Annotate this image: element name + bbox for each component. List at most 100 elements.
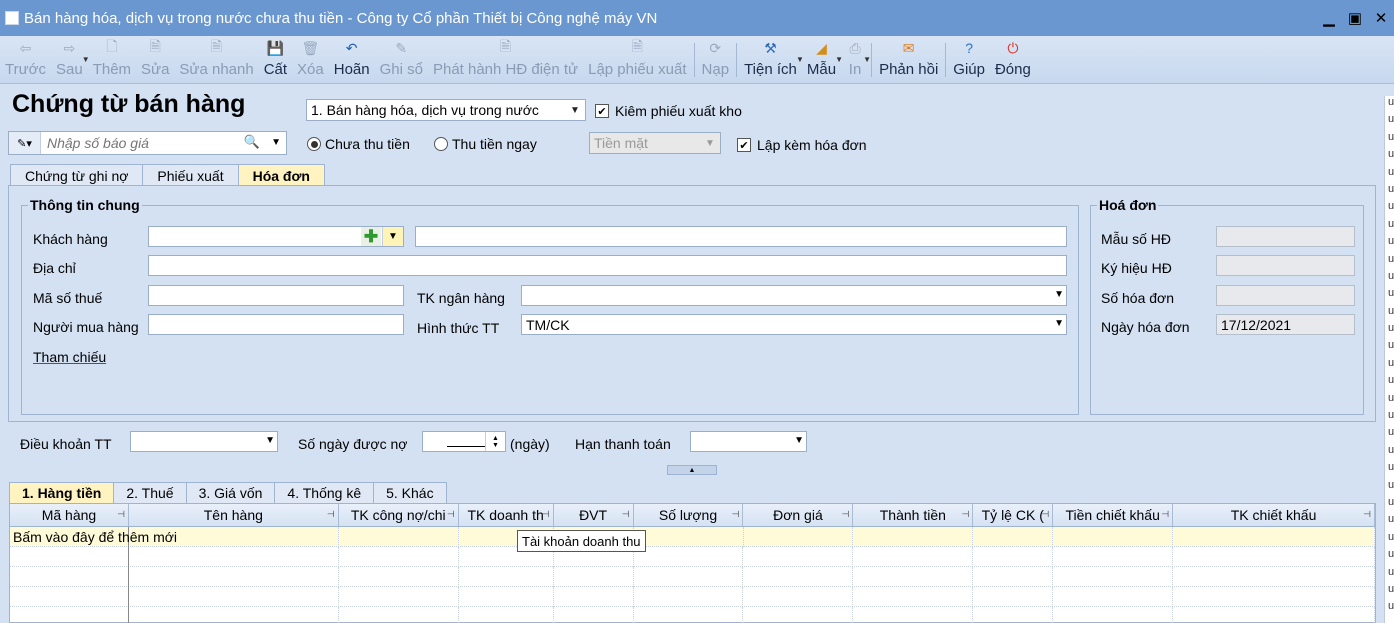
add-new-row-text[interactable]: Bấm vào đây để thêm mới <box>10 527 177 547</box>
pin-icon[interactable]: ⊣ <box>542 509 550 520</box>
grid-column-header[interactable]: ĐVT ⊣ <box>554 504 634 526</box>
table-cell[interactable] <box>1053 607 1174 623</box>
tab-hoa-don[interactable]: Hóa đơn <box>237 164 325 186</box>
table-cell[interactable] <box>10 607 129 623</box>
toolbar-reload-button[interactable]: ⟳ Nạp <box>697 35 735 83</box>
toolbar-export-slip-button[interactable]: 🗎 Lập phiếu xuất <box>583 35 691 83</box>
dieu-khoan-tt-select[interactable]: ▼ <box>130 431 278 452</box>
table-cell[interactable] <box>10 567 129 587</box>
tab-thong-ke[interactable]: 4. Thống kê <box>274 482 375 503</box>
table-cell[interactable] <box>10 587 129 607</box>
pin-icon[interactable]: ⊣ <box>842 509 850 520</box>
search-icon[interactable]: 🔍 <box>244 134 260 150</box>
grid-column-header[interactable]: Đơn giá ⊣ <box>743 504 854 526</box>
table-cell[interactable] <box>129 527 339 547</box>
toolbar-edit-document-button[interactable]: 🗎 Sửa <box>136 35 174 83</box>
voucher-type-select[interactable]: 1. Bán hàng hóa, dịch vụ trong nước ▼ <box>306 99 586 121</box>
table-cell[interactable] <box>1173 527 1375 547</box>
toolbar-print-button[interactable]: ⎙ In ▼ <box>841 35 871 83</box>
toolbar-help-button[interactable]: ? Giúp <box>948 35 990 83</box>
spin-down-icon[interactable]: ▼ <box>492 442 499 449</box>
table-cell[interactable] <box>853 567 974 587</box>
table-cell[interactable] <box>634 607 744 623</box>
table-row[interactable] <box>10 567 1375 587</box>
table-cell[interactable] <box>554 567 634 587</box>
kiem-phieu-xuat-kho-checkbox[interactable]: ✔ Kiêm phiếu xuất kho <box>595 103 742 119</box>
toolbar-arrow-right-button[interactable]: ⇨ Sau ▼ <box>51 35 90 83</box>
pin-icon[interactable]: ⊣ <box>961 509 969 520</box>
chevron-down-icon[interactable]: ▼ <box>565 100 585 120</box>
toolbar-power-close-button[interactable]: ⏻ Đóng <box>990 35 1036 83</box>
table-cell[interactable] <box>1053 527 1174 547</box>
pin-icon[interactable]: ⊣ <box>1363 509 1371 520</box>
table-cell[interactable] <box>1173 547 1375 567</box>
table-row[interactable] <box>10 607 1375 623</box>
minimize-button[interactable]: ▁ <box>1316 9 1342 27</box>
table-cell[interactable] <box>339 527 459 547</box>
table-cell[interactable] <box>1173 607 1375 623</box>
table-cell[interactable] <box>339 567 459 587</box>
pin-icon[interactable]: ⊣ <box>327 509 335 520</box>
chua-thu-tien-radio[interactable]: Chưa thu tiền <box>307 136 410 152</box>
nguoi-mua-hang-input[interactable] <box>148 314 404 335</box>
toolbar-feedback-mail-button[interactable]: ✉ Phản hồi <box>874 35 943 83</box>
table-cell[interactable] <box>129 547 339 567</box>
chevron-down-icon[interactable]: ▼ <box>382 227 403 246</box>
pin-icon[interactable]: ⊣ <box>1161 509 1169 520</box>
checkbox-box[interactable]: ✔ <box>737 138 751 152</box>
so-hoa-don-input[interactable] <box>1216 285 1355 306</box>
chevron-down-icon[interactable]: ▼ <box>271 137 281 148</box>
khach-hang-name-input[interactable] <box>415 226 1067 247</box>
ngay-hoa-don-input[interactable]: 17/12/2021 <box>1216 314 1355 335</box>
add-customer-icon[interactable]: ✚ <box>361 227 381 246</box>
table-cell[interactable] <box>973 527 1054 547</box>
maximize-button[interactable]: ▣ <box>1342 9 1368 27</box>
pin-icon[interactable]: ⊣ <box>447 509 455 520</box>
close-button[interactable]: ✕ <box>1368 9 1394 27</box>
table-cell[interactable] <box>1053 547 1174 567</box>
quote-search-input[interactable] <box>41 135 241 151</box>
checkbox-box[interactable]: ✔ <box>595 104 609 118</box>
tab-chung-tu-ghi-no[interactable]: Chứng từ ghi nợ <box>10 164 144 186</box>
toolbar-e-invoice-button[interactable]: 🗎 Phát hành HĐ điện tử <box>428 35 583 83</box>
chevron-down-icon[interactable]: ▼ <box>1054 318 1064 329</box>
toolbar-tools-button[interactable]: ⚒ Tiện ích ▼ <box>739 35 804 83</box>
lap-kem-hoa-don-checkbox[interactable]: ✔ Lập kèm hóa đơn <box>737 137 867 153</box>
ma-so-thue-input[interactable] <box>148 285 404 306</box>
table-cell[interactable] <box>853 587 974 607</box>
table-cell[interactable] <box>743 547 854 567</box>
payment-method-select[interactable]: Tiền mặt ▼ <box>589 132 721 154</box>
chevron-down-icon[interactable]: ▼ <box>794 435 804 446</box>
add-new-row[interactable]: Bấm vào đây để thêm mới <box>10 527 1375 547</box>
tab-thue[interactable]: 2. Thuế <box>113 482 187 503</box>
tham-chieu-link[interactable]: Tham chiếu <box>33 349 106 365</box>
chevron-down-icon[interactable]: ▼ <box>863 55 871 64</box>
table-cell[interactable] <box>1173 587 1375 607</box>
grid-column-header[interactable]: TK công nợ/chi ⊣ <box>339 504 459 526</box>
table-cell[interactable] <box>129 587 339 607</box>
table-cell[interactable] <box>853 527 974 547</box>
table-cell[interactable] <box>634 567 744 587</box>
grid-column-header[interactable]: TK doanh th ⊣ <box>459 504 554 526</box>
grid-column-header[interactable]: Thành tiền ⊣ <box>853 504 974 526</box>
toolbar-pencil-button[interactable]: ✎ Ghi sổ <box>375 35 428 83</box>
table-cell[interactable] <box>10 547 129 567</box>
table-cell[interactable] <box>973 607 1054 623</box>
chevron-down-icon[interactable]: ▼ <box>265 435 275 446</box>
pin-icon[interactable]: ⊣ <box>1041 509 1049 520</box>
table-cell[interactable] <box>973 547 1054 567</box>
toolbar-delete-button[interactable]: 🗑 Xóa <box>292 35 329 83</box>
search-options-icon[interactable]: ✎▾ <box>9 132 41 154</box>
table-cell[interactable] <box>743 567 854 587</box>
toolbar-quick-edit-button[interactable]: 🗎 Sửa nhanh <box>174 35 258 83</box>
hinh-thuc-tt-select[interactable]: TM/CK ▼ <box>521 314 1067 335</box>
table-cell[interactable] <box>129 607 339 623</box>
toolbar-arrow-left-button[interactable]: ⇦ Trước <box>0 35 51 83</box>
grid-column-header[interactable]: Tỷ lệ CK (⊣ <box>973 504 1054 526</box>
table-cell[interactable] <box>1053 567 1174 587</box>
tab-hang-tien[interactable]: 1. Hàng tiền <box>9 482 115 503</box>
collapse-panel-button[interactable]: ▲ <box>667 465 717 475</box>
table-cell[interactable] <box>339 587 459 607</box>
dia-chi-input[interactable] <box>148 255 1067 276</box>
table-cell[interactable] <box>853 607 974 623</box>
